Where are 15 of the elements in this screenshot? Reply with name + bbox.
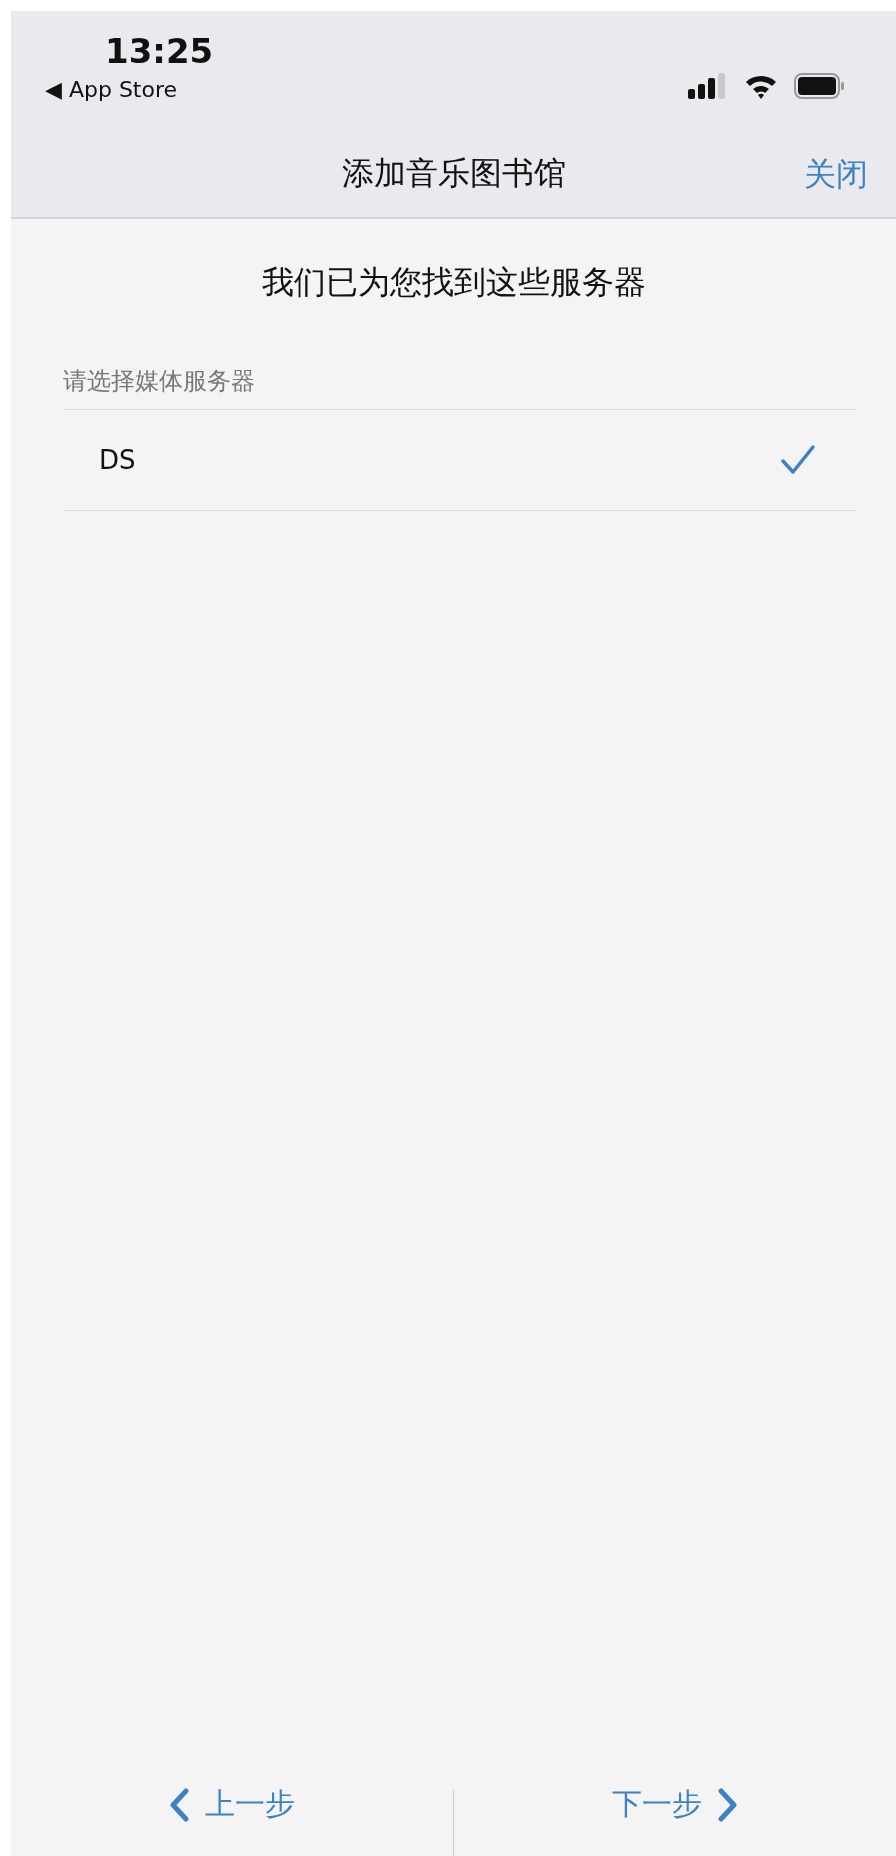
checkmark-icon [780,444,816,476]
previous-step-button[interactable]: 上一步 [11,1772,453,1825]
chevron-left-icon [169,1787,189,1822]
section-label: 请选择媒体服务器 [63,353,856,410]
status-time: 13:25 [105,31,214,71]
wifi-icon [744,73,778,99]
next-step-button[interactable]: 下一步 [454,1772,896,1825]
signal-icon [688,73,728,99]
server-row[interactable]: DS [63,410,856,511]
battery-icon [794,73,846,99]
page-heading: 我们已为您找到这些服务器 [260,262,647,303]
chevron-right-icon [718,1787,738,1822]
nav-title: 添加音乐图书馆 [341,153,566,194]
close-button[interactable]: 关闭 [804,153,868,197]
back-to-app-link[interactable]: ◀ App Store [45,77,178,102]
